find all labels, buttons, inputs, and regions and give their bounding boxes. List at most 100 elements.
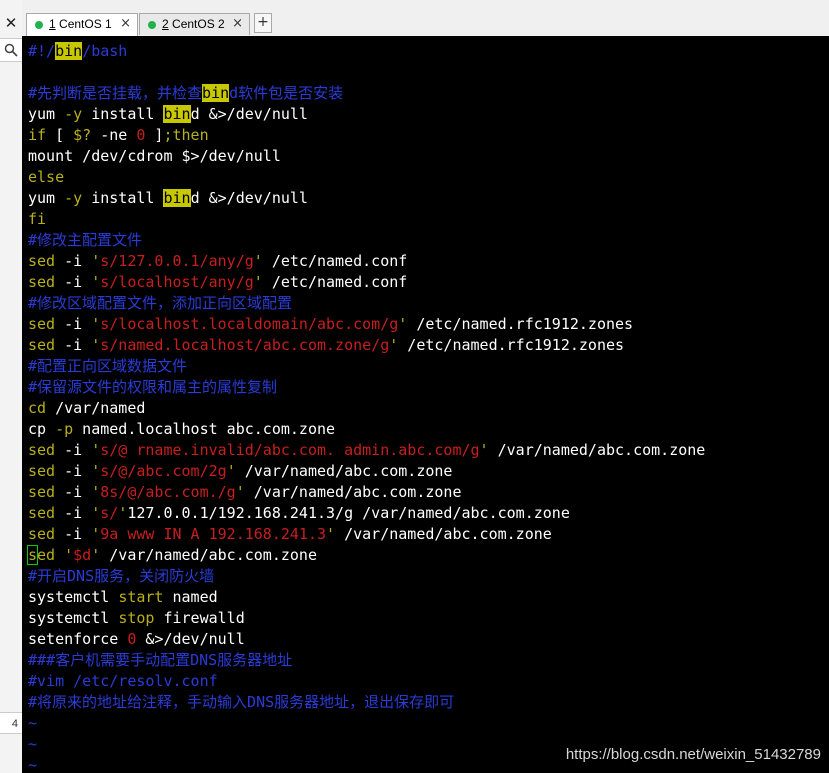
terminal-token: ' [253, 273, 263, 291]
terminal-token: named [163, 588, 218, 606]
terminal-token: sed [28, 483, 56, 501]
terminal-token: -i [55, 315, 92, 333]
terminal-token: cp [28, 420, 56, 438]
terminal-token: install [82, 105, 164, 123]
terminal-token: ' [91, 462, 101, 480]
terminal-token: s/named.localhost/abc.com.zone/g [100, 336, 390, 354]
terminal-line: fi [28, 209, 705, 230]
terminal-line: systemctl start named [28, 587, 705, 608]
terminal-token: ' [91, 483, 101, 501]
terminal-token: s/@/abc.com/2g [100, 462, 227, 480]
terminal-token: -i [55, 252, 92, 270]
terminal-token: -y [64, 105, 83, 123]
terminal-token: s/127.0.0.1/any/g [100, 252, 254, 270]
terminal-token: sed [28, 441, 56, 459]
terminal-token: ' [91, 336, 101, 354]
terminal-token: sed [28, 315, 56, 333]
text-cursor: s [26, 545, 39, 565]
terminal-token: ed [37, 546, 56, 564]
terminal-token: #修改区域配置文件，添加正向区域配置 [28, 294, 293, 312]
terminal-token: $d [73, 546, 92, 564]
terminal-token: sed [28, 252, 56, 270]
terminal-content: #!/bin/bash #先判断是否挂载，并检查bind软件包是否安装 yum -… [26, 41, 705, 773]
terminal-line: sed -i 's/localhost/any/g' /etc/named.co… [28, 272, 705, 293]
terminal-token: d软件包是否安装 [229, 84, 344, 102]
terminal-line: sed -i 's/named.localhost/abc.com.zone/g… [28, 335, 705, 356]
terminal-window[interactable]: #!/bin/bash #先判断是否挂载，并检查bind软件包是否安装 yum -… [22, 36, 829, 773]
terminal-token: sed [28, 462, 56, 480]
terminal-token: /var/named/abc.com.zone [335, 525, 552, 543]
terminal-token: -i [55, 525, 92, 543]
terminal-line: #!/bin/bash [28, 41, 705, 62]
tab-close-icon[interactable]: × [232, 16, 243, 31]
watermark: https://blog.csdn.net/weixin_51432789 [565, 746, 821, 763]
terminal-token: /bash [82, 42, 128, 60]
terminal-line: sed '$d' /var/named/abc.com.zone [26, 545, 705, 566]
terminal-token: -i [55, 273, 92, 291]
terminal-line: ###客户机需要手动配置DNS服务器地址 [28, 650, 705, 671]
terminal-token: sed [28, 273, 56, 291]
terminal-token: /etc/named.rfc1912.zones [407, 315, 634, 333]
terminal-token: #vim /etc/resolv.conf [28, 672, 218, 690]
terminal-line: sed -i '9a www IN A 192.168.241.3' /var/… [28, 524, 705, 545]
terminal-line: #vim /etc/resolv.conf [28, 671, 705, 692]
close-icon[interactable]: ✕ [2, 14, 20, 32]
terminal-line: sed -i '8s/@/abc.com./g' /var/named/abc.… [28, 482, 705, 503]
terminal-line: yum -y install bind &>/dev/null [28, 104, 705, 125]
terminal-token: d &>/dev/null [190, 105, 308, 123]
terminal-token: /var/named [46, 399, 146, 417]
terminal-line: #将原来的地址给注释，手动输入DNS服务器地址，退出保存即可 [28, 692, 705, 713]
terminal-token: -ne [91, 126, 137, 144]
terminal-line: #修改主配置文件 [28, 230, 705, 251]
terminal-line: sed -i 's/127.0.0.1/any/g' /etc/named.co… [28, 251, 705, 272]
search-match-highlight: bin [163, 189, 191, 207]
search-match-highlight: bin [55, 42, 83, 60]
terminal-token: -i [55, 462, 92, 480]
terminal-token: #保留源文件的权限和属主的属性复制 [28, 378, 278, 396]
terminal-token: mount /dev/cdrom $>/dev/null [28, 147, 281, 165]
terminal-token: /etc/named.conf [262, 273, 408, 291]
terminal-line: mount /dev/cdrom $>/dev/null [28, 146, 705, 167]
terminal-token: 9a www IN A 192.168.241.3 [100, 525, 327, 543]
terminal-token: -p [55, 420, 74, 438]
terminal-token: s/@ rname.invalid/abc.com. admin.abc.com… [100, 441, 480, 459]
terminal-token: ' [91, 441, 101, 459]
connected-status-icon [35, 21, 43, 29]
terminal-token: s/localhost/any/g [100, 273, 254, 291]
terminal-token: start [118, 588, 164, 606]
terminal-line: cp -p named.localhost abc.com.zone [28, 419, 705, 440]
terminal-line: sed -i 's/@/abc.com/2g' /var/named/abc.c… [28, 461, 705, 482]
terminal-line: ~ [28, 713, 705, 734]
terminal-token: ' [326, 525, 336, 543]
terminal-token: ~ [28, 735, 38, 753]
terminal-token: -y [64, 189, 83, 207]
terminal-token: ###客户机需要手动配置DNS服务器地址 [28, 651, 293, 669]
terminal-token: sed [28, 525, 56, 543]
terminal-token: ~ [28, 756, 38, 773]
tab-centos-2[interactable]: 2 CentOS 2 × [139, 13, 250, 35]
tab-centos-1[interactable]: 1 CentOS 1 × [26, 13, 138, 36]
terminal-token: ' [91, 252, 101, 270]
terminal-token: stop [118, 609, 155, 627]
terminal-token: /etc/named.rfc1912.zones [398, 336, 625, 354]
terminal-line: sed -i 's/'127.0.0.1/192.168.241.3/g /va… [28, 503, 705, 524]
terminal-line: #开启DNS服务，关闭防火墙 [28, 566, 705, 587]
terminal-token: ~ [28, 714, 38, 732]
terminal-token: ' [91, 273, 101, 291]
terminal-line: sed -i 's/@ rname.invalid/abc.com. admin… [28, 440, 705, 461]
terminal-line: cd /var/named [28, 398, 705, 419]
terminal-token: #修改主配置文件 [28, 231, 143, 249]
terminal-line: #保留源文件的权限和属主的属性复制 [28, 377, 705, 398]
new-tab-button[interactable]: + [254, 13, 272, 33]
terminal-token: ' [398, 315, 408, 333]
terminal-line: else [28, 167, 705, 188]
search-box[interactable] [0, 38, 22, 62]
terminal-token: if [28, 126, 47, 144]
terminal-token: ' [64, 546, 74, 564]
tab-close-icon[interactable]: × [120, 16, 131, 31]
terminal-token: yum [28, 105, 65, 123]
terminal-token: yum [28, 189, 65, 207]
terminal-token: [ [46, 126, 74, 144]
terminal-token: ;then [163, 126, 209, 144]
terminal-token: 8s/@/abc.com./g [100, 483, 236, 501]
